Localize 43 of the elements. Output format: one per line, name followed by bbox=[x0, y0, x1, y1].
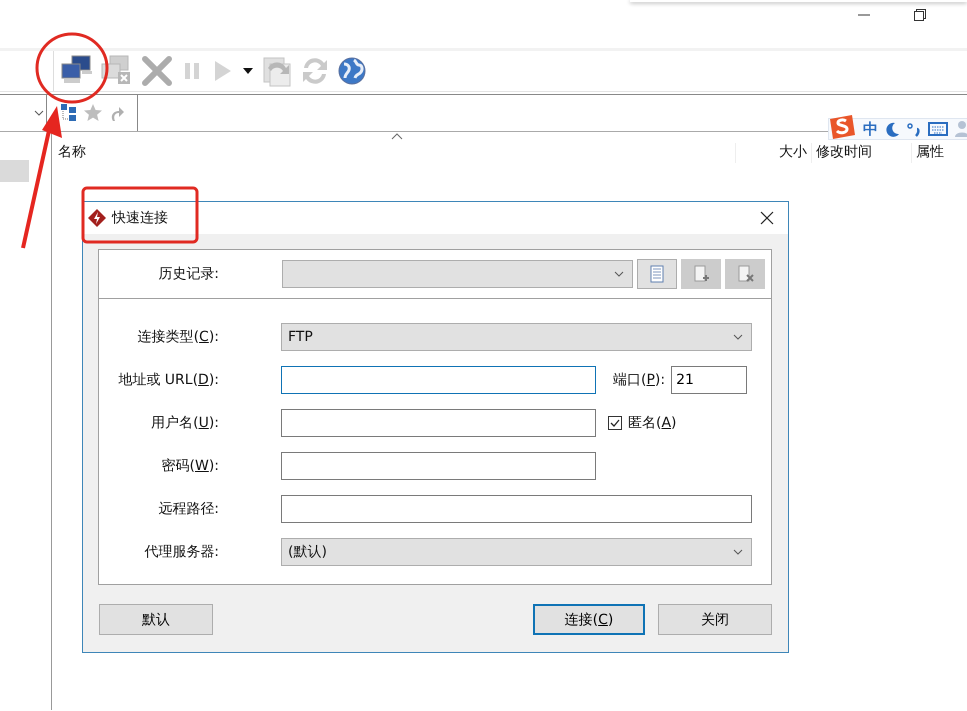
s-logo-icon[interactable] bbox=[827, 113, 857, 141]
input-field[interactable] bbox=[281, 366, 596, 394]
chevron-down-icon bbox=[614, 271, 624, 277]
input-field[interactable] bbox=[281, 452, 596, 480]
field-label: 代理服务器: bbox=[143, 543, 219, 561]
input-field[interactable] bbox=[281, 495, 752, 523]
star-icon[interactable] bbox=[83, 103, 103, 123]
dialog-button[interactable]: 关闭 bbox=[658, 604, 772, 635]
field-label: 端口(P): bbox=[613, 371, 666, 389]
port-field[interactable]: 21 bbox=[671, 366, 748, 394]
list-remove-icon bbox=[736, 265, 754, 283]
field-label: 远程路径: bbox=[157, 500, 219, 518]
moon-icon[interactable] bbox=[884, 121, 900, 137]
chevron-down-icon bbox=[34, 110, 44, 116]
column-header[interactable]: 名称 bbox=[52, 143, 736, 163]
dialog-button[interactable]: 默认 bbox=[99, 604, 213, 635]
checkbox-label[interactable]: 匿名(A) bbox=[628, 414, 677, 432]
input-mode-label[interactable]: 中 bbox=[863, 120, 878, 138]
history-button[interactable] bbox=[637, 259, 677, 289]
dialog-title: 快速连接 bbox=[112, 209, 168, 227]
field-label: 密码(W): bbox=[160, 457, 219, 475]
close-icon[interactable] bbox=[760, 211, 774, 225]
chevron-down-icon bbox=[733, 549, 743, 555]
field-label: 地址或 URL(D): bbox=[117, 371, 219, 389]
field-label: 连接类型(C): bbox=[136, 328, 219, 346]
list-add-icon bbox=[692, 265, 710, 283]
app-logo-icon bbox=[88, 209, 106, 227]
list-icon bbox=[648, 265, 666, 283]
keyboard-icon[interactable] bbox=[928, 121, 948, 137]
column-header[interactable]: 修改时间 bbox=[812, 143, 912, 163]
checkbox[interactable] bbox=[608, 416, 622, 430]
field-label: 用户名(U): bbox=[150, 414, 219, 432]
tree-icon[interactable] bbox=[59, 103, 79, 123]
punctuation-icon[interactable] bbox=[906, 121, 922, 137]
dropdown[interactable]: (默认) bbox=[281, 538, 752, 566]
dialog-button[interactable]: 连接(C) bbox=[533, 604, 645, 635]
dropdown[interactable]: FTP bbox=[281, 323, 752, 351]
restore-icon[interactable] bbox=[913, 8, 927, 22]
field-label: 历史记录: bbox=[157, 265, 219, 283]
chevron-down-icon bbox=[733, 334, 743, 340]
input-field[interactable] bbox=[281, 409, 596, 437]
column-header[interactable]: 属性 bbox=[912, 143, 967, 163]
column-header[interactable]: 大小 bbox=[736, 143, 812, 163]
